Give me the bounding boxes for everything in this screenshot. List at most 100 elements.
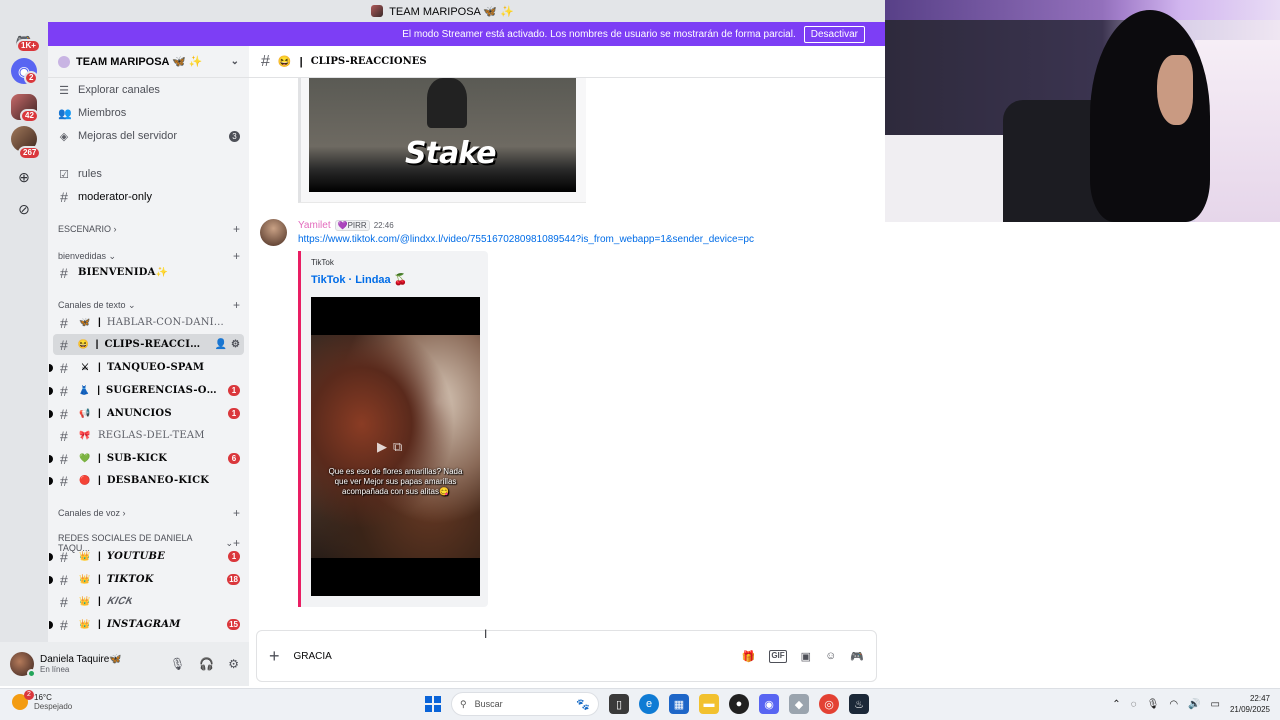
channel-name: REGLAS-DEL-TEAM <box>98 430 205 441</box>
add-channel-icon[interactable]: + <box>233 298 240 312</box>
video-thumbnail[interactable]: Stake <box>309 78 576 192</box>
play-icon[interactable]: ▶ <box>377 439 387 455</box>
channel-clips-reacciones[interactable]: # 😆 | CLIPS-REACCION... 👤 ⚙ <box>53 334 244 355</box>
role-tag: 💜PIRR <box>334 220 370 231</box>
channel-sugerencias[interactable]: # 👗 | SUGERENCIAS-OU... 1 <box>49 380 244 401</box>
invite-icon[interactable]: 👤 <box>215 339 227 350</box>
hash-icon: # <box>60 189 68 205</box>
channel-youtube[interactable]: # 👑 | 𝒀𝑶𝑼𝑻𝑼𝑩𝑬 1 <box>49 546 244 567</box>
channel-anuncios[interactable]: # 📢 | ANUNCIOS 1 <box>49 403 244 424</box>
edge-icon[interactable]: e <box>639 694 659 714</box>
attach-plus-icon[interactable]: + <box>269 646 280 667</box>
add-channel-icon[interactable]: + <box>233 506 240 520</box>
chrome-icon[interactable]: ◎ <box>819 694 839 714</box>
embed-title-link[interactable]: TikTok · Lindaa 🍒 <box>311 273 407 286</box>
embed-video[interactable]: ▶ ⧉ Que es eso de flores amarillas? Nada … <box>311 297 480 596</box>
author-avatar[interactable] <box>260 219 287 246</box>
channel-moderator-only[interactable]: # moderator-only <box>58 187 240 207</box>
channel-kick[interactable]: # 👑 | 𝑲𝑰𝑪𝑲 <box>53 591 244 612</box>
open-external-icon[interactable]: ⧉ <box>393 439 402 455</box>
message-composer: + GRACIA 🎁 GIF ▣ ☺ 🎮 <box>256 630 877 682</box>
boost-icon: ◈ <box>59 130 69 143</box>
clock[interactable]: 22:47 21/09/2025 <box>1230 693 1270 715</box>
emoji-icon[interactable]: ☺ <box>825 650 836 663</box>
add-channel-icon[interactable]: + <box>233 222 240 236</box>
headphones-icon[interactable]: 🎧 <box>199 657 214 671</box>
add-server-icon[interactable]: ⊕ <box>11 164 37 190</box>
channel-emoji: 🎀 <box>79 430 91 440</box>
channel-name: CLIPS-REACCION... <box>104 339 209 350</box>
category-bienvenidas[interactable]: bienvedidas ⌄ + <box>58 249 240 263</box>
discover-icon[interactable]: ⊘ <box>11 196 37 222</box>
channel-instagram[interactable]: # 👑 | 𝑰𝑵𝑺𝑻𝑨𝑮𝑹𝑨𝑴 15 <box>49 614 244 635</box>
gif-icon[interactable]: GIF <box>769 649 787 663</box>
add-channel-icon[interactable]: + <box>233 249 240 263</box>
file-explorer-icon[interactable]: ▬ <box>699 694 719 714</box>
person-figure <box>427 78 467 128</box>
server-boosts[interactable]: ◈ Mejoras del servidor 3 <box>58 126 240 146</box>
channel-name: DESBANEO-KICK <box>106 475 210 486</box>
window-titlebar: TEAM MARIPOSA 🦋 ✨ <box>0 0 885 22</box>
steam-icon[interactable]: ♨ <box>849 694 869 714</box>
gear-icon[interactable]: ⚙ <box>231 339 240 350</box>
discord-taskbar-icon[interactable]: ◉ <box>759 694 779 714</box>
task-view-icon[interactable]: ▯ <box>609 694 629 714</box>
sticker-icon[interactable]: ▣ <box>801 650 811 663</box>
mention-badge: 1 <box>228 385 240 396</box>
volume-icon[interactable]: 🔊 <box>1188 699 1200 710</box>
message-link[interactable]: https://www.tiktok.com/@lindxx.l/video/7… <box>298 234 754 245</box>
microphone-icon[interactable]: 🎙 <box>170 657 185 671</box>
browse-channels[interactable]: ☰ Explorar canales <box>58 80 240 100</box>
sun-icon: 2 <box>12 690 34 710</box>
channel-reglas-del-team[interactable]: # 🎀 REGLAS-DEL-TEAM <box>53 425 244 446</box>
members[interactable]: 👥 Miembros <box>58 103 240 123</box>
webcam-overlay <box>885 0 1280 222</box>
channel-hablar-con-dani[interactable]: # 🦋 | HABLAR-CON-DANI 😻 <box>53 312 244 333</box>
avatar[interactable] <box>10 652 36 678</box>
hash-icon: # <box>60 264 68 281</box>
separator: | <box>98 475 101 486</box>
server-header[interactable]: TEAM MARIPOSA 🦋 ✨ ⌄ <box>48 46 249 78</box>
microphone-tray-icon[interactable]: 🎙 <box>1147 699 1160 710</box>
network-icon[interactable]: ◌ <box>1131 699 1137 710</box>
channel-tiktok[interactable]: # 👑 | 𝑻𝑰𝑲𝑻𝑶𝑲 18 <box>49 569 244 590</box>
channel-bienvenida[interactable]: # BIENVENIDA✨ <box>53 262 244 283</box>
taskbar-search[interactable]: ⚲ Buscar 🐾 <box>451 692 599 716</box>
message-input[interactable]: GRACIA <box>294 651 728 662</box>
store-icon[interactable]: ▦ <box>669 694 689 714</box>
streamer-mode-banner: El modo Streamer está activado. Los nomb… <box>48 22 885 46</box>
channel-emoji: 💚 <box>79 453 91 463</box>
weather-widget[interactable]: 2 16°C Despejado <box>12 690 72 711</box>
channel-tanqueo-spam[interactable]: # ⚔ | TANQUEO-SPAM <box>49 357 244 378</box>
search-icon: ⚲ <box>460 698 467 709</box>
chevron-up-icon[interactable]: ⌃ <box>1112 699 1120 710</box>
author-name[interactable]: Yamilet <box>298 220 331 231</box>
obs-icon[interactable]: ● <box>729 694 749 714</box>
apps-icon[interactable]: 🎮 <box>850 650 864 663</box>
search-label: Buscar <box>474 699 503 709</box>
app-icon[interactable]: ◆ <box>789 694 809 714</box>
unread-indicator <box>49 476 53 485</box>
channel-rules[interactable]: ☑ rules <box>58 164 240 184</box>
category-texto[interactable]: Canales de texto ⌄ + <box>58 298 240 312</box>
category-voz[interactable]: Canales de voz › + <box>58 506 240 520</box>
windows-start-icon[interactable] <box>425 696 441 712</box>
wifi-icon[interactable]: ◠ <box>1169 699 1178 710</box>
category-escenario[interactable]: ESCENARIO › + <box>58 222 240 236</box>
message-timestamp: 22:46 <box>373 221 394 230</box>
search-highlight-icon: 🐾 <box>576 698 590 711</box>
channel-emoji: 😆 <box>277 56 292 68</box>
user-status: En línea <box>40 665 70 674</box>
channel-name: 𝒀𝑶𝑼𝑻𝑼𝑩𝑬 <box>106 551 166 562</box>
weather-badge: 2 <box>24 690 34 700</box>
channel-emoji: 👑 <box>79 596 91 606</box>
user-info[interactable]: Daniela Taquire🦋 En línea <box>40 654 122 674</box>
separator: | <box>98 408 101 419</box>
gift-icon[interactable]: 🎁 <box>742 650 756 663</box>
disable-streamer-button[interactable]: Desactivar <box>803 25 865 43</box>
hash-icon: # <box>60 450 68 467</box>
settings-gear-icon[interactable]: ⚙ <box>228 657 239 671</box>
channel-desbaneo-kick[interactable]: # 🔴 | DESBANEO-KICK <box>49 470 244 491</box>
battery-icon[interactable]: ▭ <box>1211 699 1220 710</box>
channel-sub-kick[interactable]: # 💚 | SUB-KICK 6 <box>49 448 244 469</box>
